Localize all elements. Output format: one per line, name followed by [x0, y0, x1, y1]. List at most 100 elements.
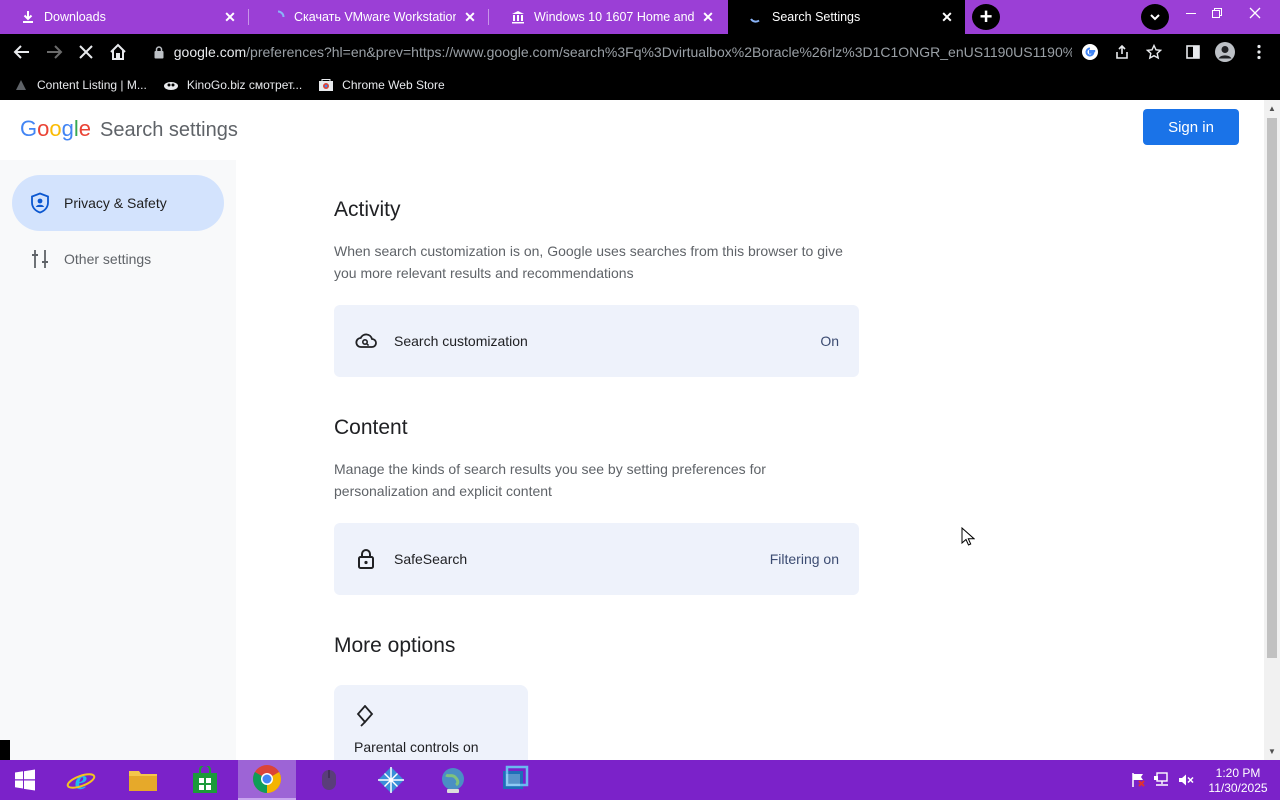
side-panel-button[interactable]	[1182, 41, 1204, 63]
chrome-icon	[253, 765, 281, 793]
sidebar-item-label: Privacy & Safety	[64, 195, 167, 211]
download-icon	[20, 9, 36, 25]
internet-explorer-icon: e	[66, 765, 96, 795]
card-title: Parental controls on	[354, 739, 479, 755]
network-icon[interactable]	[1152, 770, 1172, 790]
tab-search-button[interactable]	[1141, 4, 1169, 30]
logo-letter: e	[78, 116, 92, 141]
scroll-down-icon[interactable]: ▼	[1267, 746, 1277, 756]
shield-icon	[28, 191, 52, 215]
card-title: SafeSearch	[394, 551, 468, 567]
folder-icon	[129, 771, 157, 791]
home-button[interactable]	[104, 38, 132, 66]
card-value: Filtering on	[769, 551, 839, 567]
bookmark-label: KinoGo.biz смотрет...	[186, 78, 303, 92]
svg-text:e: e	[75, 765, 87, 795]
close-icon[interactable]: ✕	[700, 9, 716, 25]
google-logo[interactable]: Google	[20, 116, 91, 142]
virtualbox-icon	[503, 765, 529, 789]
tab-vmware[interactable]: Скачать VMware Workstation Pro ✕	[250, 0, 488, 34]
close-icon[interactable]: ✕	[939, 9, 955, 25]
bookmark-label: Content Listing | M...	[37, 78, 147, 92]
minimize-icon	[1186, 13, 1196, 14]
globe-icon	[442, 768, 464, 793]
activity-description: When search customization is on, Google …	[334, 243, 843, 281]
bookmark-chrome-web-store[interactable]: Chrome Web Store	[318, 70, 445, 100]
url-host: google.com	[173, 44, 247, 60]
lock-icon	[355, 548, 377, 570]
taskbar-mouse-app[interactable]	[300, 760, 358, 800]
windows-logo-icon	[15, 769, 35, 791]
page-header: Google Search settings Sign in	[0, 100, 1264, 160]
taskbar-globe-app[interactable]	[424, 760, 482, 800]
bookmark-content-listing[interactable]: Content Listing | M...	[13, 70, 147, 100]
logo-letter: g	[61, 116, 74, 141]
windows-taskbar: e 1:20 PM 11/30/2025	[0, 760, 1280, 800]
logo-letter: G	[20, 116, 38, 141]
tab-search-settings[interactable]: Search Settings ✕	[728, 0, 965, 34]
close-window-button[interactable]	[1230, 0, 1280, 26]
taskbar-clock[interactable]: 1:20 PM 11/30/2025	[1206, 766, 1270, 796]
close-icon[interactable]: ✕	[222, 9, 238, 25]
url-path: /preferences?hl=en&prev=https://www.goog…	[246, 44, 1072, 60]
taskbar-file-explorer[interactable]	[114, 760, 172, 800]
page-icon	[13, 77, 29, 93]
bookmark-star-button[interactable]	[1143, 41, 1165, 63]
avatar-icon	[1215, 42, 1235, 62]
stop-loading-button[interactable]	[72, 38, 100, 66]
tab-downloads[interactable]: Downloads ✕	[0, 0, 248, 34]
sign-in-button[interactable]: Sign in	[1143, 109, 1239, 145]
menu-button[interactable]	[1248, 41, 1270, 63]
sidebar-item-privacy-safety[interactable]: Privacy & Safety	[12, 175, 224, 231]
parental-controls-card[interactable]: Parental controls on	[334, 685, 528, 760]
share-icon	[1116, 44, 1128, 59]
close-icon[interactable]: ✕	[462, 9, 478, 25]
start-button[interactable]	[0, 760, 50, 800]
museum-icon	[510, 9, 526, 25]
tab-separator	[248, 9, 249, 25]
search-customization-card[interactable]: Search customization On	[334, 305, 859, 377]
sidebar-item-other-settings[interactable]: Other settings	[12, 231, 224, 287]
taskbar-store[interactable]	[176, 760, 234, 800]
google-lens-button[interactable]	[1079, 41, 1101, 63]
clock-time: 1:20 PM	[1215, 766, 1261, 780]
logo-letter: o	[49, 116, 62, 141]
scroll-up-icon[interactable]: ▲	[1267, 103, 1277, 113]
taskbar-network-app[interactable]	[362, 760, 420, 800]
google-icon	[1082, 44, 1098, 60]
kinogo-icon	[163, 77, 179, 93]
scrollbar-thumb[interactable]	[1267, 118, 1277, 658]
taskbar-virtualbox[interactable]	[486, 760, 544, 800]
back-button[interactable]	[8, 38, 36, 66]
url-text: google.com/preferences?hl=en&prev=https:…	[174, 44, 1072, 60]
tab-windows10[interactable]: Windows 10 1607 Home and Pro ✕	[490, 0, 726, 34]
chevron-down-icon	[1150, 14, 1160, 21]
new-tab-button[interactable]: +	[972, 4, 1000, 30]
action-center-flag-icon[interactable]	[1128, 770, 1148, 790]
profile-button[interactable]	[1214, 41, 1236, 63]
share-button[interactable]	[1111, 41, 1133, 63]
page-scrollbar[interactable]: ▲ ▼	[1264, 100, 1280, 760]
volume-muted-icon[interactable]	[1176, 770, 1196, 790]
minimize-button[interactable]	[1178, 0, 1204, 26]
restore-icon	[1212, 8, 1222, 18]
address-bar[interactable]: google.com/preferences?hl=en&prev=https:…	[142, 38, 1072, 66]
home-icon	[110, 43, 126, 60]
bookmark-label: Chrome Web Store	[342, 78, 445, 92]
loading-spinner-icon	[748, 9, 764, 25]
taskbar-chrome[interactable]	[238, 760, 296, 800]
taskbar-internet-explorer[interactable]: e	[52, 760, 110, 800]
star-icon	[1146, 44, 1162, 60]
tab-title: Search Settings	[772, 10, 861, 24]
content-description: Manage the kinds of search results you s…	[334, 461, 766, 499]
settings-sidebar: Privacy & Safety Other settings	[0, 160, 236, 760]
arrow-right-icon	[47, 45, 63, 59]
safesearch-card[interactable]: SafeSearch Filtering on	[334, 523, 859, 595]
browser-toolbar: google.com/preferences?hl=en&prev=https:…	[0, 34, 1280, 70]
screen: Downloads ✕ Скачать VMware Workstation P…	[0, 0, 1280, 800]
restore-button[interactable]	[1204, 0, 1230, 26]
more-options-heading: More options	[334, 634, 456, 657]
card-value: On	[820, 333, 839, 349]
forward-button[interactable]	[40, 38, 68, 66]
bookmark-kinogo[interactable]: KinoGo.biz смотрет...	[163, 70, 302, 100]
